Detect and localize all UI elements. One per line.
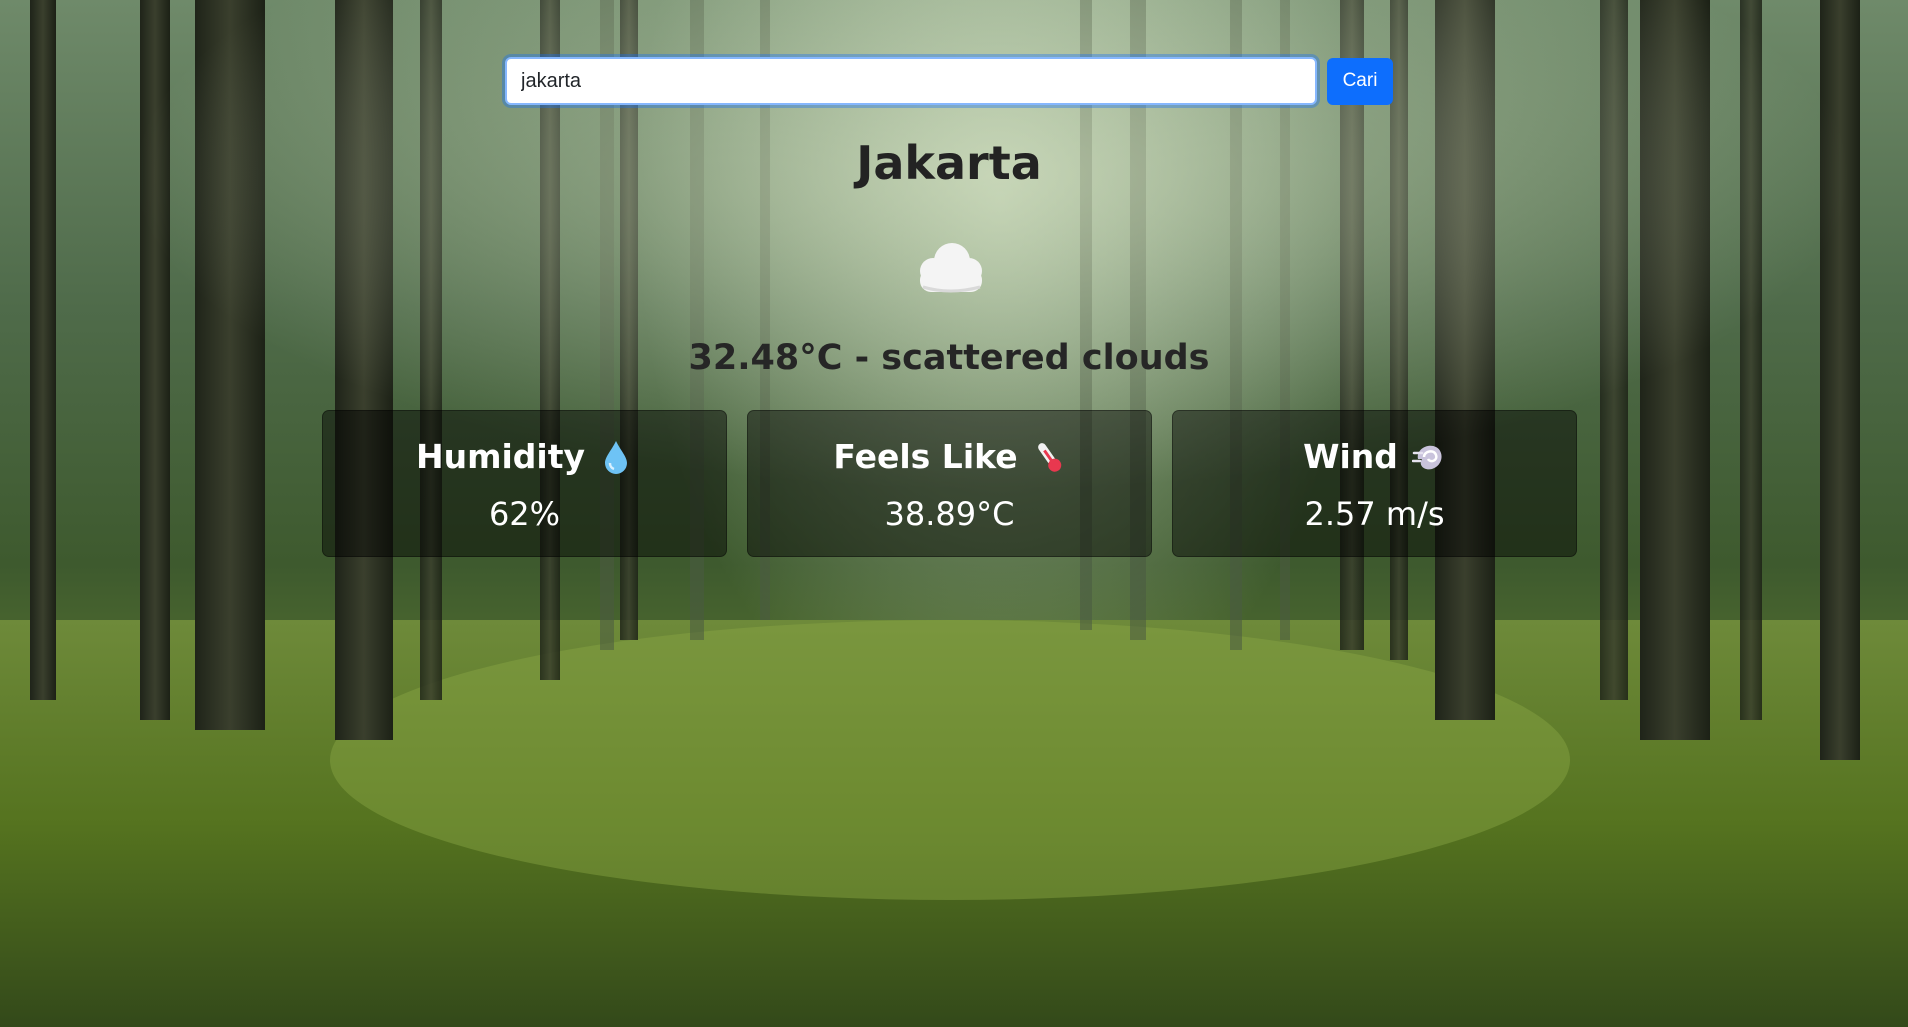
weather-detail-cards: Humidity 62% Feels Like 38.89°C Wind 2.5…: [322, 410, 1578, 557]
wind-value: 2.57 m/s: [1304, 495, 1445, 533]
wind-icon: [1411, 445, 1442, 469]
feels-like-card-header: Feels Like: [748, 437, 1151, 476]
wind-card: Wind 2.57 m/s: [1172, 410, 1577, 557]
water-drop-icon: [605, 440, 628, 474]
wind-card-title: Wind: [1303, 437, 1398, 476]
city-search-input[interactable]: [505, 57, 1317, 105]
cloud-icon: [920, 243, 982, 293]
weather-app: Cari Jakarta 32.48°C - scattered clouds …: [0, 0, 1908, 1027]
humidity-card: Humidity 62%: [322, 410, 727, 557]
wind-card-header: Wind: [1173, 437, 1576, 476]
humidity-value: 62%: [488, 495, 561, 533]
feels-like-value: 38.89°C: [884, 495, 1015, 533]
feels-like-card-title: Feels Like: [833, 437, 1018, 476]
search-button[interactable]: Cari: [1327, 57, 1393, 105]
feels-like-card: Feels Like 38.89°C: [747, 410, 1152, 557]
city-name: Jakarta: [856, 136, 1042, 190]
humidity-card-title: Humidity: [415, 437, 586, 476]
search-bar: Cari: [505, 57, 1393, 105]
humidity-card-header: Humidity: [323, 437, 726, 476]
temperature-description: 32.48°C - scattered clouds: [688, 338, 1210, 378]
thermometer-icon: [1037, 442, 1061, 472]
